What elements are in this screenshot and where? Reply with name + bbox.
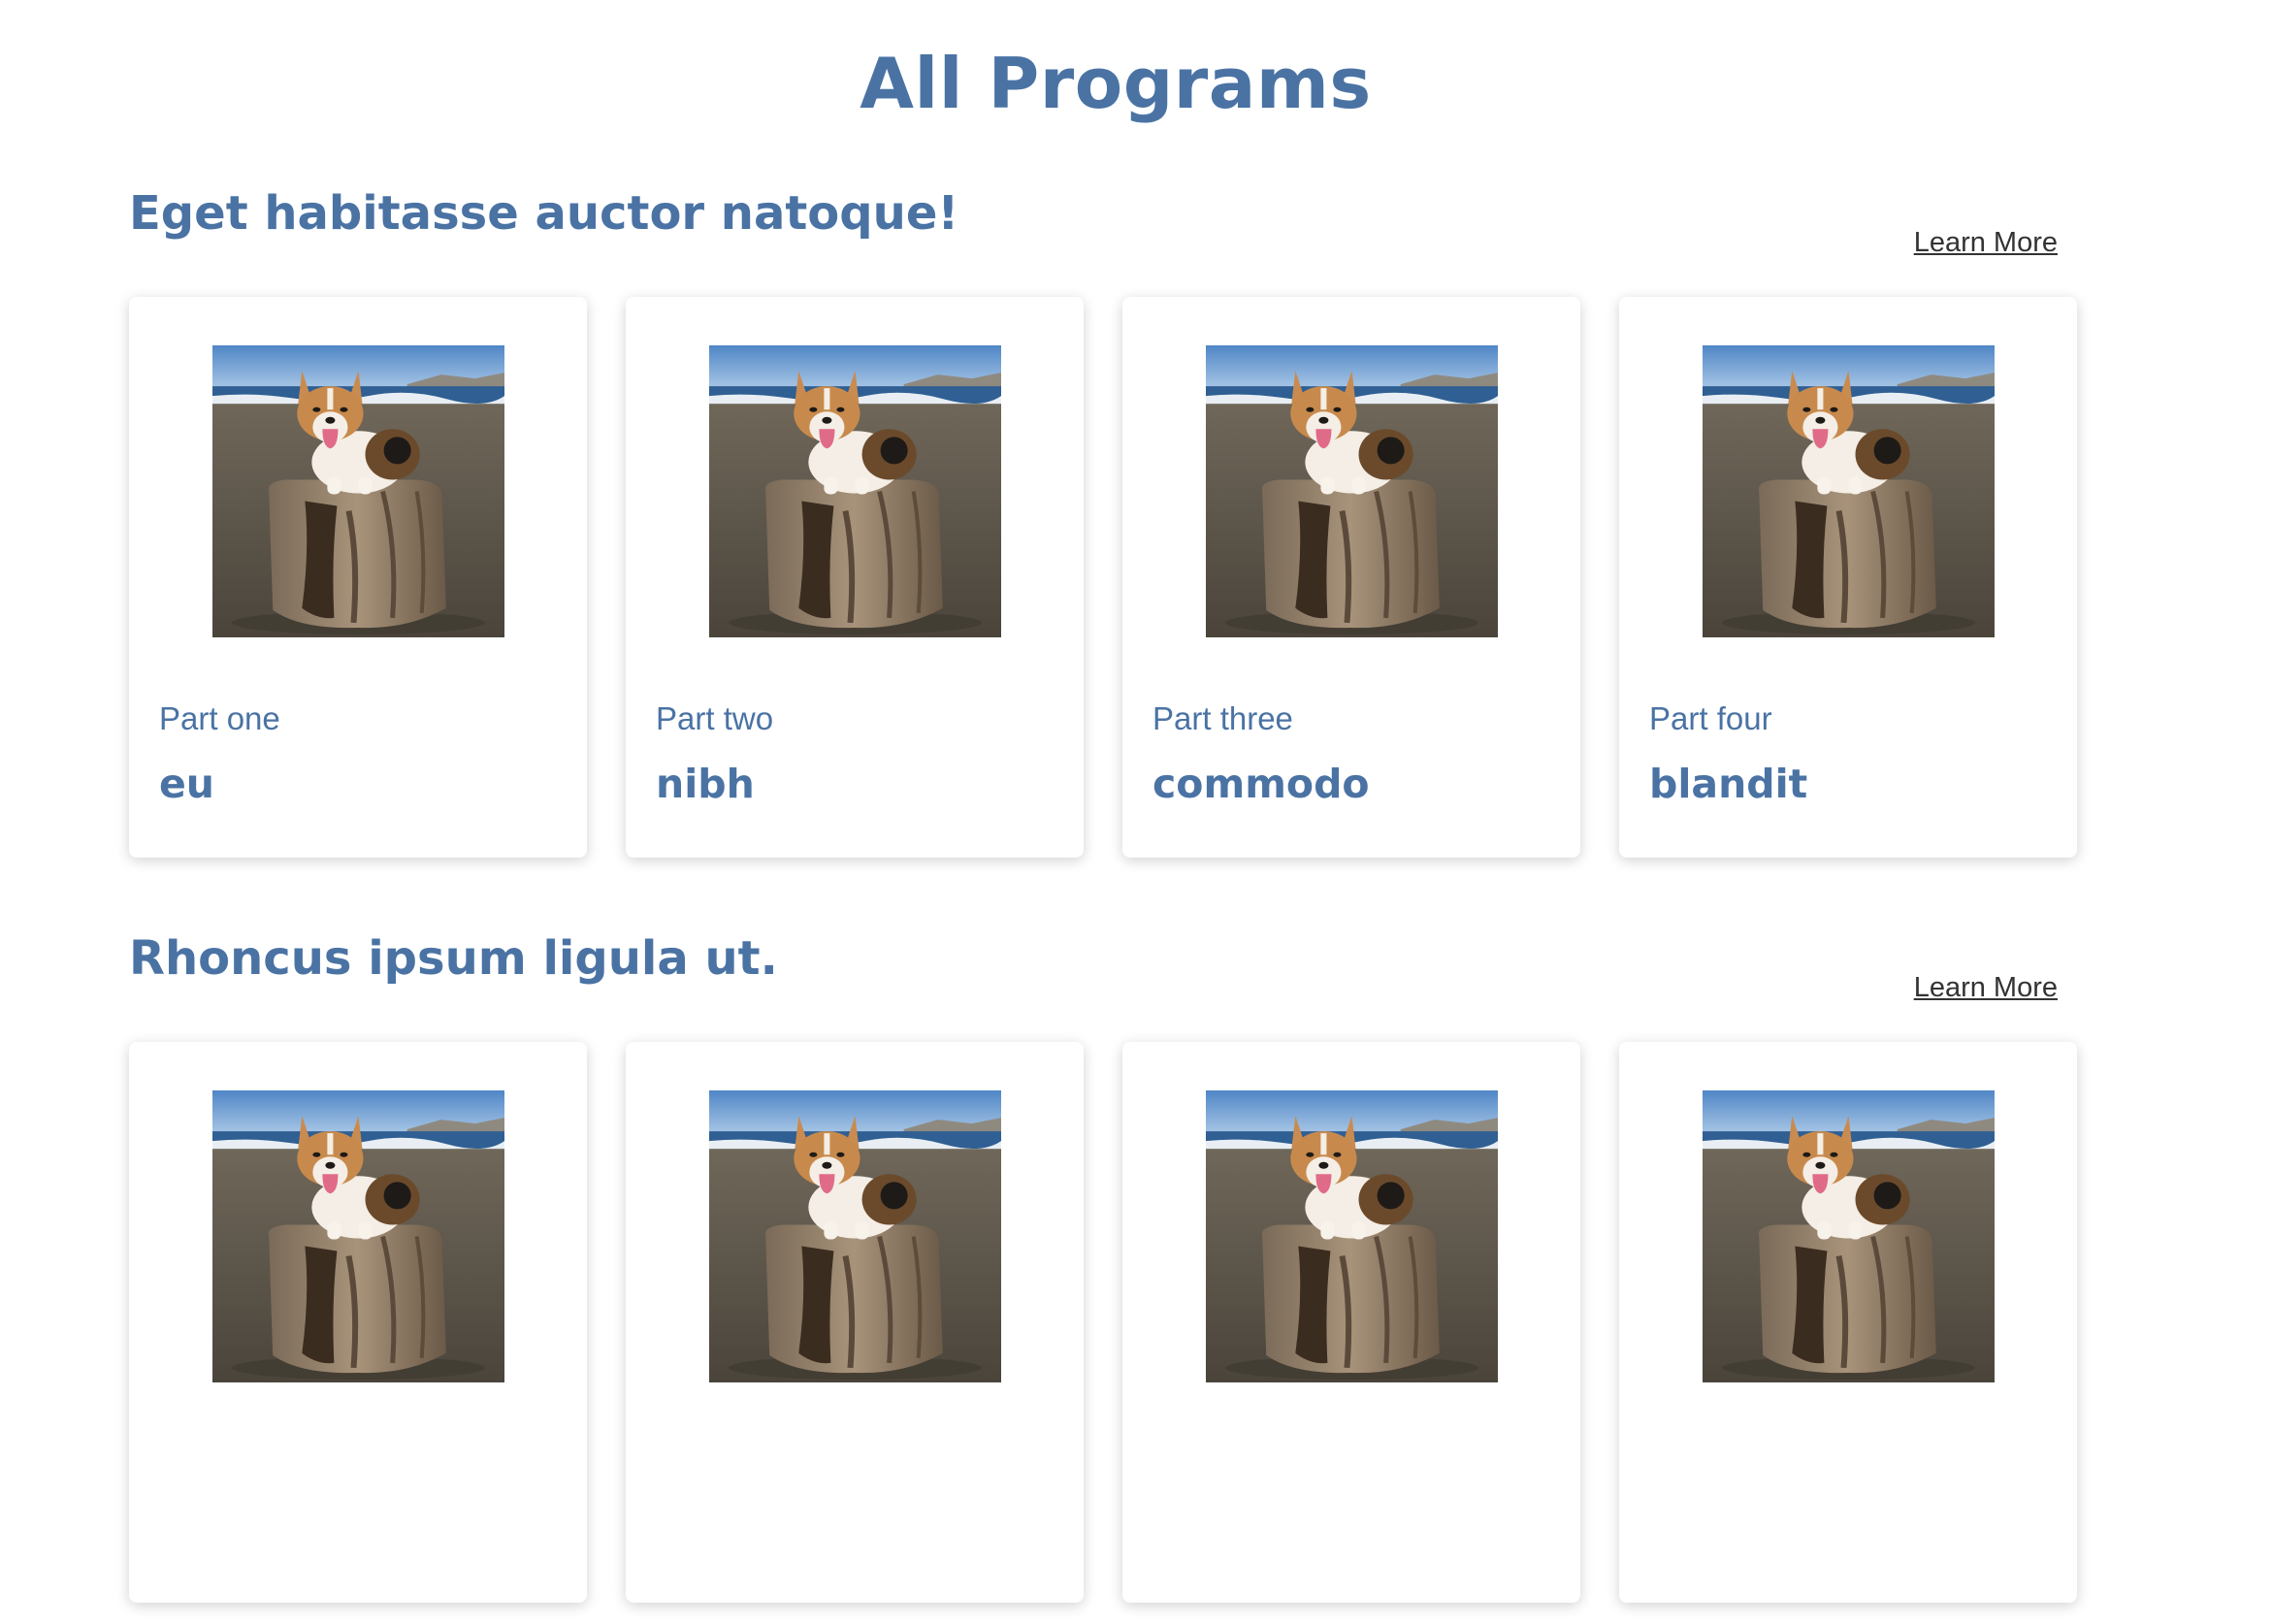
corgi-photo bbox=[1206, 1090, 1498, 1382]
program-card[interactable]: Part one eu bbox=[129, 297, 587, 858]
card-row bbox=[129, 1042, 2081, 1624]
program-card[interactable] bbox=[1122, 1042, 1580, 1603]
program-section: Rhoncus ipsum ligula ut. Learn More bbox=[129, 931, 2081, 1603]
card-title: nibh bbox=[656, 761, 755, 807]
corgi-photo bbox=[709, 345, 1001, 637]
corgi-photo bbox=[1703, 345, 1995, 637]
program-card[interactable] bbox=[129, 1042, 587, 1603]
program-card[interactable]: Part two nibh bbox=[626, 297, 1084, 858]
card-part-label: Part four bbox=[1649, 700, 1772, 736]
corgi-photo bbox=[709, 1090, 1001, 1382]
learn-more-link[interactable]: Learn More bbox=[1914, 972, 2058, 1004]
learn-more-link[interactable]: Learn More bbox=[1914, 227, 2058, 259]
section-title: Rhoncus ipsum ligula ut. bbox=[129, 931, 778, 986]
card-title: blandit bbox=[1649, 761, 1808, 807]
corgi-photo bbox=[1703, 1090, 1995, 1382]
card-part-label: Part one bbox=[159, 700, 280, 736]
program-card[interactable]: Part three commodo bbox=[1122, 297, 1580, 858]
corgi-photo bbox=[212, 345, 504, 637]
card-title: eu bbox=[159, 761, 214, 807]
corgi-photo bbox=[1206, 345, 1498, 637]
card-row: Part one eu Part two nibh Part three com… bbox=[129, 297, 2081, 879]
card-part-label: Part two bbox=[656, 700, 774, 736]
section-header: Eget habitasse auctor natoque! Learn Mor… bbox=[129, 186, 2081, 303]
section-title: Eget habitasse auctor natoque! bbox=[129, 186, 959, 241]
program-card[interactable]: Part four blandit bbox=[1619, 297, 2077, 858]
card-part-label: Part three bbox=[1152, 700, 1293, 736]
section-header: Rhoncus ipsum ligula ut. Learn More bbox=[129, 931, 2081, 1048]
page-title: All Programs bbox=[860, 43, 1372, 124]
corgi-photo bbox=[212, 1090, 504, 1382]
program-card[interactable] bbox=[626, 1042, 1084, 1603]
card-title: commodo bbox=[1152, 761, 1370, 807]
program-card[interactable] bbox=[1619, 1042, 2077, 1603]
program-section: Eget habitasse auctor natoque! Learn Mor… bbox=[129, 186, 2081, 858]
